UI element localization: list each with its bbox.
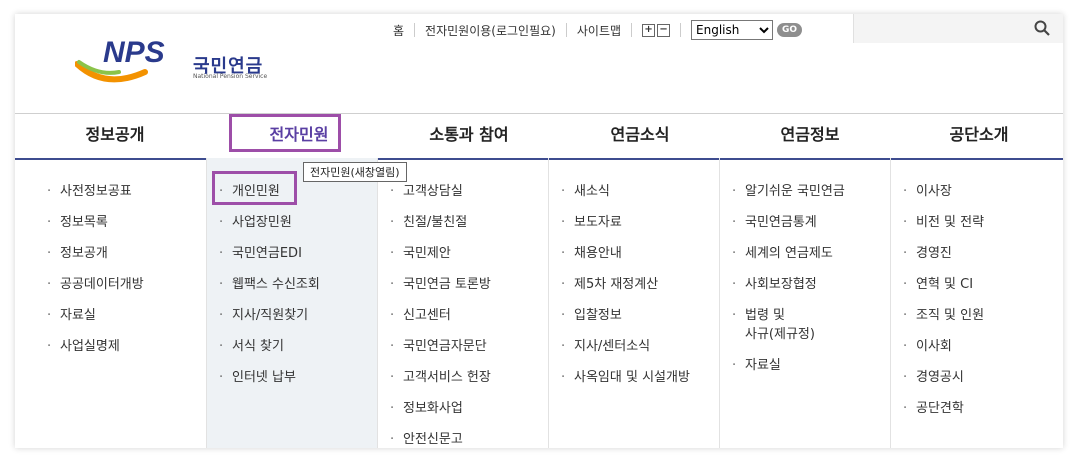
submenu-item[interactable]: 이사회	[891, 331, 1063, 362]
submenu-item[interactable]: 채용안내	[549, 238, 719, 269]
zoom-in-button[interactable]: +	[642, 23, 656, 37]
logo-abbr: NPS	[103, 36, 165, 69]
submenu-item[interactable]: 지사/직원찾기	[207, 300, 377, 331]
zoom-controls: + −	[642, 23, 671, 37]
submenu-item[interactable]: 국민연금통계	[720, 207, 890, 238]
divider	[414, 23, 416, 37]
tooltip: 전자민원(새창열림)	[303, 162, 407, 182]
submenu-item[interactable]: 경영공시	[891, 362, 1063, 393]
submenu-item[interactable]: 자료실	[720, 350, 890, 381]
submenu-item[interactable]: 신고센터	[378, 300, 548, 331]
nav-item-communication[interactable]: 소통과 참여	[383, 114, 555, 158]
submenu-item[interactable]: 세계의 연금제도	[720, 238, 890, 269]
menu-column-about: 이사장 비전 및 전략 경영진 연혁 및 CI 조직 및 인원 이사회 경영공시…	[890, 158, 1063, 448]
nps-logo-mark: NPS	[75, 36, 165, 83]
submenu-item[interactable]: 국민연금EDI	[207, 238, 377, 269]
submenu-item[interactable]: 고객서비스 헌장	[378, 362, 548, 393]
home-link[interactable]: 홈	[393, 22, 404, 39]
submenu-item[interactable]: 서식 찾기	[207, 331, 377, 362]
utility-bar: 홈 전자민원이용(로그인필요) 사이트맵 + − English GO	[393, 19, 803, 41]
submenu-item[interactable]: 법령 및 사규(제규정)	[720, 300, 890, 350]
submenu-item[interactable]: 인터넷 납부	[207, 362, 377, 393]
nps-logo[interactable]: NPS 국민연금 National Pension Service	[75, 32, 275, 88]
submenu-item[interactable]: 공공데이터개방	[35, 269, 206, 300]
submenu-item[interactable]: 웹팩스 수신조회	[207, 269, 377, 300]
submenu-item[interactable]: 조직 및 인원	[891, 300, 1063, 331]
nav-item-pension-news[interactable]: 연금소식	[555, 114, 725, 158]
submenu-item[interactable]: 정보공개	[35, 238, 206, 269]
submenu-item[interactable]: 자료실	[35, 300, 206, 331]
divider	[680, 23, 682, 37]
submenu-item[interactable]: 이사장	[891, 176, 1063, 207]
submenu-item[interactable]: 공단견학	[891, 393, 1063, 424]
sitemap-link[interactable]: 사이트맵	[577, 22, 621, 39]
go-button[interactable]: GO	[777, 23, 803, 37]
page-frame: NPS 국민연금 National Pension Service 홈 전자민원…	[15, 14, 1063, 448]
submenu-item[interactable]: 지사/센터소식	[549, 331, 719, 362]
submenu-item[interactable]: 경영진	[891, 238, 1063, 269]
submenu-item[interactable]: 연혁 및 CI	[891, 269, 1063, 300]
submenu-item[interactable]: 국민연금자문단	[378, 331, 548, 362]
submenu-item[interactable]: 알기쉬운 국민연금	[720, 176, 890, 207]
submenu-item[interactable]: 국민연금 토론방	[378, 269, 548, 300]
menu-column-communication: 고객상담실 친절/불친절 국민제안 국민연금 토론방 신고센터 국민연금자문단 …	[377, 158, 548, 448]
main-nav: 정보공개 전자민원 소통과 참여 연금소식 연금정보 공단소개	[15, 113, 1063, 160]
search-icon[interactable]	[1034, 20, 1050, 36]
submenu-item[interactable]: 사옥임대 및 시설개방	[549, 362, 719, 393]
menu-column-info-disclosure: 사전정보공표 정보목록 정보공개 공공데이터개방 자료실 사업실명제	[35, 158, 206, 448]
active-menu-highlight	[229, 114, 341, 152]
brand-name-en: National Pension Service	[193, 73, 268, 80]
submenu-item[interactable]: 입찰정보	[549, 300, 719, 331]
submenu-item[interactable]: 안전신문고	[378, 424, 548, 448]
submenu-item[interactable]: 제5차 재정계산	[549, 269, 719, 300]
eservice-link[interactable]: 전자민원이용(로그인필요)	[425, 22, 556, 39]
submenu-item[interactable]: 친절/불친절	[378, 207, 548, 238]
submenu-highlight	[212, 171, 297, 205]
submenu-item[interactable]: 정보목록	[35, 207, 206, 238]
search-input[interactable]	[853, 14, 1063, 43]
divider	[565, 23, 567, 37]
submenu-item[interactable]: 사회보장협정	[720, 269, 890, 300]
nav-item-about[interactable]: 공단소개	[895, 114, 1063, 158]
submenu-item[interactable]: 보도자료	[549, 207, 719, 238]
divider	[631, 23, 633, 37]
submenu-item[interactable]: 새소식	[549, 176, 719, 207]
mega-menu: 사전정보공표 정보목록 정보공개 공공데이터개방 자료실 사업실명제 개인민원 …	[35, 158, 1063, 448]
nav-item-pension-info[interactable]: 연금정보	[725, 114, 895, 158]
submenu-item[interactable]: 국민제안	[378, 238, 548, 269]
language-select[interactable]: English	[691, 20, 774, 40]
submenu-item[interactable]: 사업실명제	[35, 331, 206, 362]
submenu-item[interactable]: 사전정보공표	[35, 176, 206, 207]
submenu-item[interactable]: 비전 및 전략	[891, 207, 1063, 238]
menu-column-pension-news: 새소식 보도자료 채용안내 제5차 재정계산 입찰정보 지사/센터소식 사옥임대…	[548, 158, 719, 448]
submenu-item[interactable]: 사업장민원	[207, 207, 377, 238]
nav-item-info-disclosure[interactable]: 정보공개	[15, 114, 215, 158]
menu-column-pension-info: 알기쉬운 국민연금 국민연금통계 세계의 연금제도 사회보장협정 법령 및 사규…	[719, 158, 890, 448]
submenu-item[interactable]: 정보화사업	[378, 393, 548, 424]
zoom-out-button[interactable]: −	[657, 23, 671, 37]
